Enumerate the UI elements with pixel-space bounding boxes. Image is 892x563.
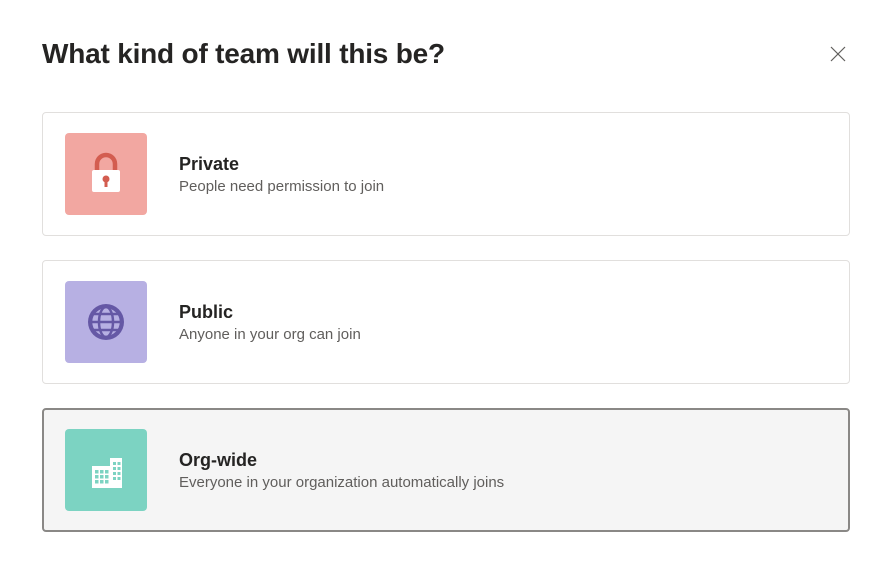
dialog-title: What kind of team will this be?: [42, 38, 445, 70]
option-public-description: Anyone in your org can join: [179, 326, 361, 343]
option-orgwide-text: Org-wide Everyone in your organization a…: [179, 450, 504, 491]
option-private-description: People need permission to join: [179, 178, 384, 195]
option-orgwide[interactable]: Org-wide Everyone in your organization a…: [42, 408, 850, 532]
option-private-title: Private: [179, 154, 384, 175]
close-icon: [830, 46, 846, 62]
building-icon: [82, 446, 130, 494]
team-type-options: Private People need permission to join P…: [42, 112, 850, 532]
private-icon-box: [65, 133, 147, 215]
option-orgwide-description: Everyone in your organization automatica…: [179, 474, 504, 491]
close-button[interactable]: [826, 42, 850, 66]
option-private-text: Private People need permission to join: [179, 154, 384, 195]
option-orgwide-title: Org-wide: [179, 450, 504, 471]
option-public[interactable]: Public Anyone in your org can join: [42, 260, 850, 384]
public-icon-box: [65, 281, 147, 363]
globe-icon: [82, 298, 130, 346]
option-public-title: Public: [179, 302, 361, 323]
dialog-header: What kind of team will this be?: [42, 38, 850, 70]
orgwide-icon-box: [65, 429, 147, 511]
option-private[interactable]: Private People need permission to join: [42, 112, 850, 236]
lock-icon: [82, 150, 130, 198]
option-public-text: Public Anyone in your org can join: [179, 302, 361, 343]
